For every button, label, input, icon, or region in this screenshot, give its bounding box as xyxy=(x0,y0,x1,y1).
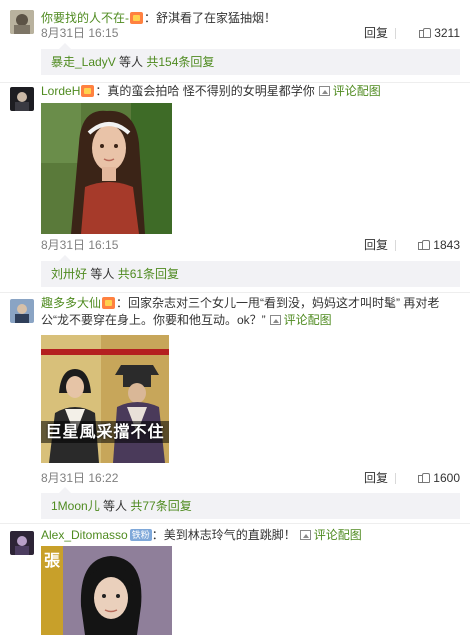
like-button[interactable]: 3211 xyxy=(419,25,460,41)
sub-reply-user[interactable]: 暴走_LadyV xyxy=(51,55,116,69)
sub-reply-user[interactable]: 1Moon儿 xyxy=(51,499,100,513)
like-count: 1600 xyxy=(433,471,460,485)
comment-picture-link[interactable]: 评论配图 xyxy=(269,313,332,327)
picture-icon xyxy=(269,315,281,325)
vip-crown-icon xyxy=(130,12,143,24)
comment-username[interactable]: LordeH xyxy=(41,84,80,98)
comment-text: ：美到林志玲气的直跳脚！ xyxy=(151,528,296,542)
fan-badge: 铁粉 xyxy=(129,529,152,541)
comment-meta: 8月31日 16:22 回复 1600 xyxy=(41,470,460,486)
avatar[interactable] xyxy=(10,10,34,34)
sub-replies[interactable]: 1Moon儿 等人 共77条回复 xyxy=(41,487,460,519)
divider xyxy=(395,240,396,251)
photo-caption: 張 xyxy=(43,551,60,570)
comment-photo[interactable]: 張 xyxy=(41,546,172,635)
vip-crown-icon xyxy=(102,297,116,309)
reply-button[interactable]: 回复 xyxy=(364,25,388,41)
comment-picture-label: 评论配图 xyxy=(313,528,362,542)
like-count: 1843 xyxy=(433,238,460,252)
comment-picture-label: 评论配图 xyxy=(283,313,332,327)
sub-reply-mid: 等人 xyxy=(115,55,147,69)
thumb-up-icon xyxy=(418,239,431,250)
divider xyxy=(395,28,396,39)
comment-meta: 8月31日 16:15 回复 1843 xyxy=(41,237,460,253)
comment-username[interactable]: Alex_Ditomasso xyxy=(41,528,128,542)
sub-reply-mid: 等人 xyxy=(87,267,118,281)
thumb-up-icon xyxy=(419,27,432,38)
sub-replies[interactable]: 暴走_LadyV 等人 共154条回复 xyxy=(41,43,460,75)
divider xyxy=(0,292,470,293)
sub-reply-user[interactable]: 刘卅好 xyxy=(51,267,87,281)
sub-reply-total[interactable]: 共61条回复 xyxy=(118,267,179,281)
picture-icon xyxy=(318,86,330,96)
comment-picture-link[interactable]: 评论配图 xyxy=(299,528,362,542)
sub-reply-mid: 等人 xyxy=(99,499,131,513)
comment-photo[interactable]: 巨星風采擋不住 xyxy=(41,335,169,463)
comment-picture-link[interactable]: 评论配图 xyxy=(318,84,381,98)
vip-crown-icon xyxy=(81,85,95,97)
comment-time: 8月31日 16:15 xyxy=(41,26,119,40)
comment-body: 趣多多大仙 ：回家杂志对三个女儿一甩“看到没，妈妈这才叫时髦” 再对老公“龙不要穿… xyxy=(41,295,460,329)
like-button[interactable]: 1600 xyxy=(418,470,460,486)
comment-meta: 8月31日 16:15 回复 3211 xyxy=(41,25,460,41)
like-button[interactable]: 1843 xyxy=(418,237,460,253)
avatar[interactable] xyxy=(10,87,34,111)
comment-picture-label: 评论配图 xyxy=(332,84,381,98)
picture-icon xyxy=(299,530,311,540)
like-count: 3211 xyxy=(434,26,460,40)
comment-username[interactable]: 你要找的人不在- xyxy=(41,11,129,25)
avatar[interactable] xyxy=(10,299,34,323)
reply-button[interactable]: 回复 xyxy=(364,237,388,253)
comment-time: 8月31日 16:22 xyxy=(41,471,119,485)
sub-replies[interactable]: 刘卅好 等人 共61条回复 xyxy=(41,255,460,287)
comment-text: ：真的蛮会拍哈 怪不得别的女明星都学你 xyxy=(95,84,315,98)
comment-text: ：舒淇看了在家猛抽烟！ xyxy=(144,11,277,25)
comment-body: Alex_Ditomasso 铁粉 ：美到林志玲气的直跳脚！ 评论配图 xyxy=(41,527,460,544)
divider xyxy=(395,473,396,484)
thumb-up-icon xyxy=(418,472,431,483)
reply-button[interactable]: 回复 xyxy=(364,470,388,486)
sub-reply-total[interactable]: 共77条回复 xyxy=(130,499,191,513)
comment-body: LordeH ：真的蛮会拍哈 怪不得别的女明星都学你 评论配图 xyxy=(41,83,460,100)
comment-photo[interactable] xyxy=(41,103,172,234)
comment-time: 8月31日 16:15 xyxy=(41,238,119,252)
sub-reply-total[interactable]: 共154条回复 xyxy=(146,55,214,69)
avatar[interactable] xyxy=(10,531,34,555)
divider xyxy=(0,523,470,524)
photo-caption: 巨星風采擋不住 xyxy=(41,421,169,443)
comment-username[interactable]: 趣多多大仙 xyxy=(41,296,101,310)
